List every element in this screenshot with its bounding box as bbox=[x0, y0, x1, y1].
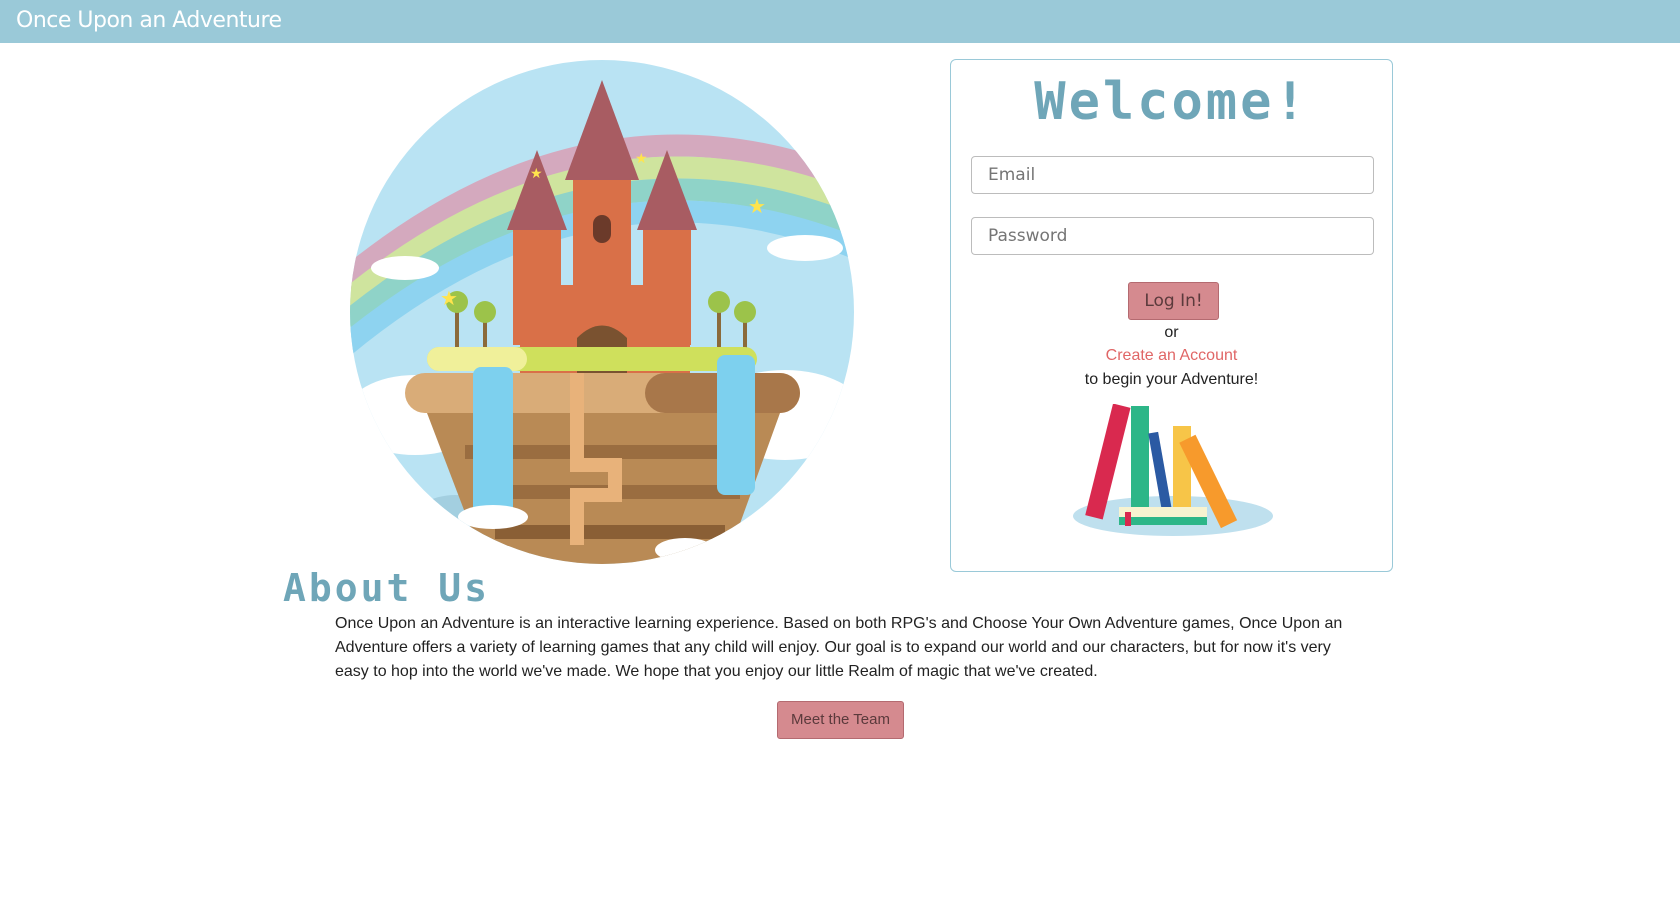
navbar: Once Upon an Adventure bbox=[0, 0, 1680, 43]
login-card: Welcome! Log In! or Create an Account to… bbox=[950, 59, 1393, 572]
password-field[interactable] bbox=[971, 217, 1374, 255]
meet-the-team-button[interactable]: Meet the Team bbox=[777, 701, 904, 739]
welcome-title: Welcome! bbox=[1034, 72, 1309, 132]
books-illustration bbox=[1071, 403, 1276, 544]
svg-text:★: ★ bbox=[440, 288, 458, 310]
begin-adventure-text: to begin your Adventure! bbox=[1084, 371, 1259, 388]
login-button[interactable]: Log In! bbox=[1128, 282, 1219, 320]
castle-illustration: ★ ★ ★ ★ bbox=[345, 55, 860, 565]
or-text: or bbox=[1164, 324, 1179, 341]
about-text: Once Upon an Adventure is an interactive… bbox=[335, 615, 1343, 680]
about-title: About Us bbox=[283, 566, 491, 610]
svg-text:★: ★ bbox=[748, 196, 766, 218]
svg-text:★: ★ bbox=[635, 150, 648, 166]
svg-text:★: ★ bbox=[530, 165, 543, 181]
email-field[interactable] bbox=[971, 156, 1374, 194]
create-account-link[interactable]: Create an Account bbox=[1106, 347, 1238, 364]
brand-link[interactable]: Once Upon an Adventure bbox=[16, 8, 282, 33]
